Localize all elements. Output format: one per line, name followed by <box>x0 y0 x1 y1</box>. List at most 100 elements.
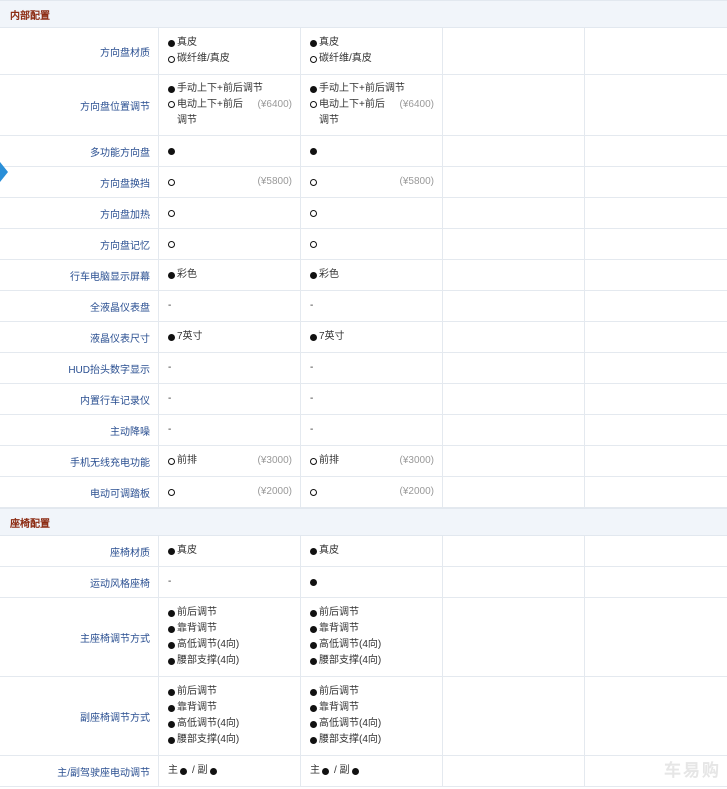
optional-hollow-circle-icon <box>310 101 317 108</box>
feature-text: 前后调节 <box>177 686 217 697</box>
table-cell <box>585 167 727 197</box>
table-row: 内置行车记录仪 - - <box>0 384 727 415</box>
table-row: 副座椅调节方式 前后调节 靠背调节 高低调节(4向) 腰部支撑(4向) 前后调节 靠背调节高… <box>0 677 727 756</box>
cell-line: (¥2000) <box>310 486 434 497</box>
table-cell <box>585 536 727 566</box>
table-cell <box>443 291 585 321</box>
feature-text: 腰部支撑(4向) <box>177 734 240 745</box>
option-price: (¥3000) <box>399 455 434 466</box>
cell-line: 高低调节(4向) <box>310 716 434 732</box>
cell-line: 前排 (¥3000) <box>310 453 434 469</box>
cell-line <box>310 209 434 217</box>
standard-filled-circle-icon <box>310 547 317 555</box>
table-cell <box>585 291 727 321</box>
table-row: 主动降噪 - - <box>0 415 727 446</box>
cell-line: 7英寸 <box>168 329 292 345</box>
table-cell: 前后调节 靠背调节 高低调节(4向) 腰部支撑(4向) <box>301 598 443 676</box>
cell-line <box>168 147 292 155</box>
row-label: 手机无线充电功能 <box>0 446 159 476</box>
row-label: 座椅材质 <box>0 536 159 566</box>
cell-line: 腰部支撑(4向) <box>168 732 292 748</box>
not-available-dash: - <box>168 393 172 404</box>
table-cell <box>159 198 301 228</box>
feature-text: 电动上下+前后调节 <box>319 99 385 126</box>
standard-filled-circle-icon <box>310 85 317 93</box>
standard-filled-circle-icon <box>310 333 317 341</box>
table-cell <box>585 136 727 166</box>
option-price: (¥6400) <box>257 99 292 110</box>
cell-line: 前后调节 <box>168 684 292 700</box>
cell-line: 前后调节 <box>310 684 434 700</box>
config-table: 内部配置 方向盘材质 真皮 碳纤维/真皮 真皮 碳纤维/真皮 方向盘位置调节 手动上下+前后调… <box>0 0 727 787</box>
table-cell <box>443 198 585 228</box>
table-cell <box>301 567 443 597</box>
standard-filled-circle-icon <box>310 578 317 586</box>
optional-hollow-circle-icon <box>310 240 317 248</box>
seat-passenger-label: / 副 <box>334 765 350 776</box>
table-cell <box>443 477 585 507</box>
row-label: 副座椅调节方式 <box>0 677 159 755</box>
row-label: 电动可调踏板 <box>0 477 159 507</box>
table-cell <box>301 136 443 166</box>
standard-filled-circle-icon <box>310 641 317 649</box>
standard-filled-circle-icon <box>168 688 175 696</box>
standard-filled-circle-icon <box>168 333 175 341</box>
cell-line <box>168 240 292 248</box>
table-cell <box>301 229 443 259</box>
standard-filled-circle-icon <box>310 720 317 728</box>
feature-text: 靠背调节 <box>177 702 217 713</box>
standard-filled-circle-icon <box>168 39 175 47</box>
table-cell <box>585 28 727 74</box>
feature-text: 靠背调节 <box>319 702 359 713</box>
feature-text: 真皮 <box>319 545 339 556</box>
not-available-dash: - <box>168 300 172 311</box>
table-cell: (¥2000) <box>159 477 301 507</box>
table-cell: - <box>301 353 443 383</box>
standard-filled-circle-icon <box>310 704 317 712</box>
table-cell <box>159 229 301 259</box>
row-label: 方向盘加热 <box>0 198 159 228</box>
feature-text: 前后调节 <box>319 686 359 697</box>
cell-line: 真皮 <box>168 35 292 51</box>
cell-line: 碳纤维/真皮 <box>168 51 292 67</box>
table-cell: 彩色 <box>301 260 443 290</box>
option-price: (¥6400) <box>399 99 434 110</box>
standard-filled-circle-icon <box>209 767 217 775</box>
not-available-dash: - <box>310 300 314 311</box>
not-available-dash: - <box>168 424 172 435</box>
table-cell <box>585 353 727 383</box>
table-cell <box>585 477 727 507</box>
optional-hollow-circle-icon <box>310 178 317 186</box>
cell-line: - <box>168 360 292 376</box>
optional-hollow-circle-icon <box>168 178 175 186</box>
feature-text: 高低调节(4向) <box>319 718 382 729</box>
standard-filled-circle-icon <box>310 39 317 47</box>
cell-line <box>310 240 434 248</box>
feature-text: 7英寸 <box>319 331 345 342</box>
row-label: 多功能方向盘 <box>0 136 159 166</box>
scroll-nav-arrow-icon[interactable] <box>0 162 8 182</box>
table-cell: 7英寸 <box>301 322 443 352</box>
cell-line: 靠背调节 <box>168 621 292 637</box>
table-cell: - <box>159 415 301 445</box>
option-price: (¥2000) <box>399 486 434 497</box>
cell-line: - <box>168 574 292 590</box>
cell-line: 彩色 <box>310 267 434 283</box>
table-cell <box>443 28 585 74</box>
optional-hollow-circle-icon <box>310 209 317 217</box>
row-label: 方向盘材质 <box>0 28 159 74</box>
cell-line: 靠背调节 <box>310 621 434 637</box>
optional-hollow-circle-icon <box>168 240 175 248</box>
seat-passenger-label: / 副 <box>192 765 208 776</box>
feature-text: 前后调节 <box>177 607 217 618</box>
standard-filled-circle-icon <box>322 767 329 775</box>
table-cell: (¥5800) <box>159 167 301 197</box>
cell-line: 手动上下+前后调节 <box>310 81 434 97</box>
cell-line: 彩色 <box>168 267 292 283</box>
table-cell <box>443 167 585 197</box>
table-cell <box>585 415 727 445</box>
table-cell: - <box>159 353 301 383</box>
optional-hollow-circle-icon <box>168 488 175 496</box>
cell-line: 腰部支撑(4向) <box>310 732 434 748</box>
row-label: 主/副驾驶座电动调节 <box>0 756 159 786</box>
